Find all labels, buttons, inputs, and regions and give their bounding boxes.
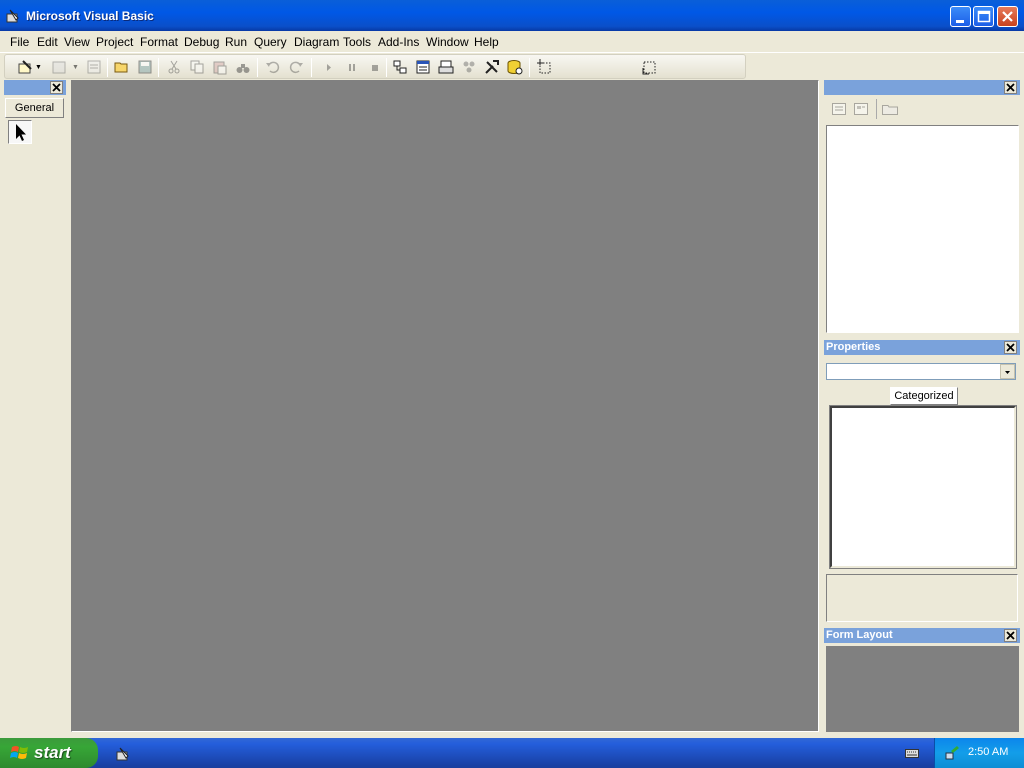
close-button[interactable] [997,6,1018,27]
property-description [826,574,1018,622]
view-code-icon[interactable] [832,103,846,115]
menu-edit[interactable]: Edit [37,35,58,49]
properties-window-icon[interactable] [415,59,431,75]
start-icon[interactable] [321,59,337,75]
menu-debug[interactable]: Debug [184,35,219,49]
keyboard-icon[interactable] [905,747,919,759]
menu-bar: File Edit View Project Format Debug Run … [0,31,1024,53]
project-explorer-close-button[interactable] [1004,81,1017,94]
toolbox-pane: General [4,80,66,732]
menu-run[interactable]: Run [225,35,247,49]
menu-tools[interactable]: Tools [343,35,371,49]
pointer-tool[interactable] [8,120,32,144]
pointer-icon [16,124,26,141]
menu-diagram[interactable]: Diagram [294,35,339,49]
toolbox-close-button[interactable] [50,81,63,94]
windows-logo-icon [10,746,28,759]
add-form-dropdown-icon[interactable]: ▼ [72,64,79,71]
properties-grid[interactable] [829,405,1017,569]
menu-window[interactable]: Window [426,35,469,49]
form-layout-close-button[interactable] [1004,629,1017,642]
project-explorer-pane [824,80,1020,336]
maximize-button[interactable] [973,6,994,27]
taskbar: start 2:50 AM [0,738,1024,768]
start-label: start [34,743,71,762]
form-layout-icon[interactable] [438,59,454,75]
object-combo[interactable] [826,363,1016,380]
menu-editor-icon[interactable] [86,59,102,75]
menu-file[interactable]: File [10,35,29,49]
close-icon [1006,343,1015,352]
system-tray: 2:50 AM [934,738,1024,768]
start-button[interactable]: start [0,738,98,768]
network-icon[interactable] [945,745,961,761]
standard-toolbar: ▼ ▼ [4,54,746,79]
tab-categorized[interactable]: Categorized [890,387,958,405]
chevron-down-icon [1005,371,1010,374]
object-combo-dropdown-button[interactable] [1000,364,1015,379]
toolbox-tab-general[interactable]: General [5,98,64,118]
menu-view[interactable]: View [64,35,90,49]
close-icon [1002,11,1013,22]
break-icon[interactable] [344,59,360,75]
component-manager-icon[interactable] [536,59,552,75]
add-project-dropdown-icon[interactable]: ▼ [35,64,42,71]
title-bar: Microsoft Visual Basic [0,0,1024,31]
minimize-button[interactable] [950,6,971,27]
project-tree[interactable] [826,125,1019,333]
open-project-icon[interactable] [114,59,130,75]
data-view-icon[interactable] [507,59,523,75]
menu-query[interactable]: Query [254,35,287,49]
form-layout-canvas[interactable] [826,646,1019,732]
close-icon [52,83,61,92]
mdi-workspace[interactable] [71,80,819,732]
visual-basic-taskbar-icon[interactable] [116,746,132,762]
properties-title: Properties [824,340,1020,355]
clock[interactable]: 2:50 AM [968,746,1008,758]
menu-format[interactable]: Format [140,35,178,49]
form-layout-pane: Form Layout [824,628,1020,732]
close-icon [1006,83,1015,92]
toggle-folders-icon[interactable] [882,103,898,115]
add-project-icon[interactable] [17,59,33,75]
toolbox-icon[interactable] [484,59,500,75]
position-icon [642,61,656,75]
menu-help[interactable]: Help [474,35,499,49]
visual-basic-icon [6,9,19,23]
project-explorer-toolbar [824,96,1020,122]
cut-icon[interactable] [166,59,182,75]
minimize-icon [956,20,964,23]
redo-icon[interactable] [288,59,304,75]
add-form-icon[interactable] [51,59,67,75]
menu-project[interactable]: Project [96,35,133,49]
find-icon[interactable] [235,59,251,75]
project-explorer-icon[interactable] [392,59,408,75]
view-object-icon[interactable] [854,103,868,115]
form-layout-title: Form Layout [824,628,1020,643]
close-icon [1006,631,1015,640]
end-icon[interactable] [367,59,383,75]
properties-pane: Properties Categorized [824,340,1020,624]
menu-add-ins[interactable]: Add-Ins [378,35,419,49]
save-project-icon[interactable] [137,59,153,75]
undo-icon[interactable] [265,59,281,75]
window-title: Microsoft Visual Basic [26,9,154,23]
copy-icon[interactable] [189,59,205,75]
paste-icon[interactable] [212,59,228,75]
maximize-icon [977,10,991,23]
object-browser-icon[interactable] [461,59,477,75]
properties-close-button[interactable] [1004,341,1017,354]
project-explorer-title-bar [824,80,1020,95]
